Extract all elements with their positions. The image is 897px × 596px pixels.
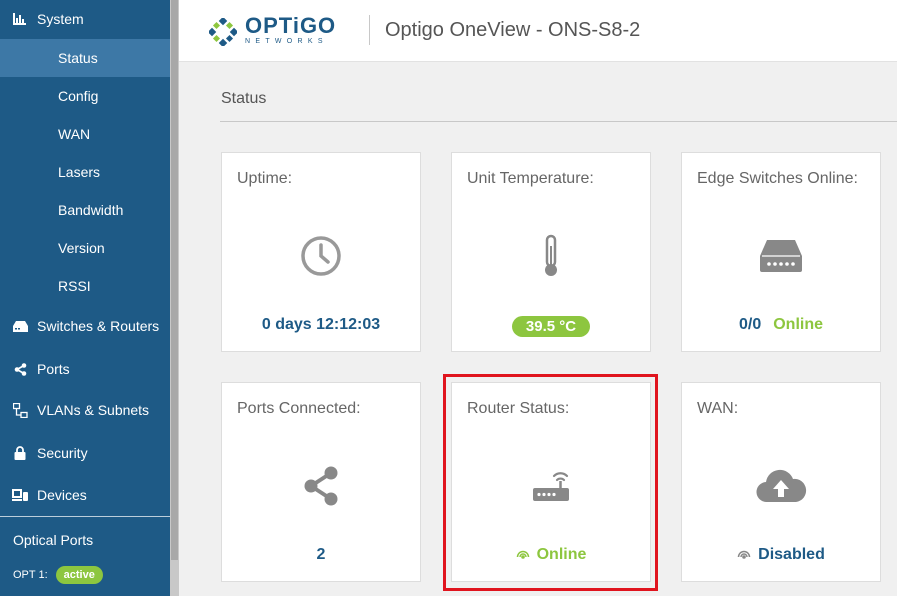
optical-ports-heading: Optical Ports xyxy=(13,532,94,548)
sidebar-item-vlans-subnets[interactable]: VLANs & Subnets xyxy=(0,389,170,431)
temperature-badge: 39.5 °C xyxy=(511,316,591,337)
logo-wordmark: OPTiGO xyxy=(245,13,337,38)
clock-icon xyxy=(301,236,341,276)
sidebar-subitem-wan[interactable]: WAN xyxy=(0,115,170,153)
sidebar-subitem-rssi[interactable]: RSSI xyxy=(0,267,170,305)
scrollbar-thumb[interactable] xyxy=(171,0,178,560)
temperature-card: Unit Temperature: 39.5 °C xyxy=(451,152,651,352)
ports-connected-label: Ports Connected: xyxy=(237,400,361,417)
section-title: Status xyxy=(221,90,267,107)
uptime-value: 0 days 12:12:03 xyxy=(261,316,381,333)
sidebar-subitem-lasers[interactable]: Lasers xyxy=(0,153,170,191)
logo-subtitle: NETWORKS xyxy=(245,38,328,45)
sidebar-subitem-bandwidth[interactable]: Bandwidth xyxy=(0,191,170,229)
lock-icon xyxy=(12,446,28,460)
share-icon xyxy=(304,466,338,506)
devices-icon xyxy=(12,489,28,501)
hdd-icon xyxy=(12,320,28,332)
wan-label: WAN: xyxy=(697,400,739,417)
header-separator xyxy=(369,15,370,45)
edge-switches-label: Edge Switches Online: xyxy=(697,170,858,187)
sidebar-subitem-config[interactable]: Config xyxy=(0,77,170,115)
highlight-box xyxy=(443,374,658,591)
header: OPTiGO NETWORKS Optigo OneView - ONS-S8-… xyxy=(179,0,897,62)
sidebar-subitem-version[interactable]: Version xyxy=(0,229,170,267)
sidebar-item-switches-routers[interactable]: Switches & Routers xyxy=(0,305,170,347)
switch-icon xyxy=(760,240,802,272)
opt1-status-badge: active xyxy=(55,566,103,584)
edge-switches-card: Edge Switches Online: 0/0 Online xyxy=(681,152,881,352)
sidebar-scrollbar[interactable] xyxy=(170,0,179,596)
share-icon xyxy=(12,362,28,376)
signal-icon xyxy=(737,550,751,559)
sidebar-subitem-status[interactable]: Status xyxy=(0,39,170,77)
sidebar: System Status Config WAN Lasers Bandwidt… xyxy=(0,0,170,596)
uptime-label: Uptime: xyxy=(237,170,293,187)
uptime-card: Uptime: 0 days 12:12:03 xyxy=(221,152,421,352)
sidebar-item-system[interactable]: System xyxy=(0,0,170,38)
sitemap-icon xyxy=(12,402,28,418)
wan-status-value: Disabled xyxy=(758,546,825,563)
cloud-upload-icon xyxy=(756,469,807,503)
thermometer-icon xyxy=(545,234,557,276)
sidebar-item-ports[interactable]: Ports xyxy=(0,348,170,390)
logo-mark-icon xyxy=(209,17,237,46)
edge-switches-count: 0/0 xyxy=(738,316,762,333)
wan-card: WAN: Disabled xyxy=(681,382,881,582)
edge-switches-status: Online xyxy=(773,316,824,333)
opt1-label: OPT 1: xyxy=(13,569,48,581)
sidebar-item-label: System xyxy=(37,11,84,27)
ports-connected-card: Ports Connected: 2 xyxy=(221,382,421,582)
page-title: Optigo OneView - ONS-S8-2 xyxy=(385,19,641,41)
sidebar-item-devices[interactable]: Devices xyxy=(0,474,170,516)
sidebar-divider xyxy=(0,516,170,517)
ports-connected-value: 2 xyxy=(316,546,326,563)
section-divider xyxy=(220,121,897,122)
opt1-row: OPT 1: active xyxy=(13,566,103,584)
temperature-label: Unit Temperature: xyxy=(467,170,594,187)
bar-chart-icon xyxy=(13,13,29,25)
optigo-logo: OPTiGO NETWORKS xyxy=(209,13,337,47)
sidebar-item-security[interactable]: Security xyxy=(0,432,170,474)
